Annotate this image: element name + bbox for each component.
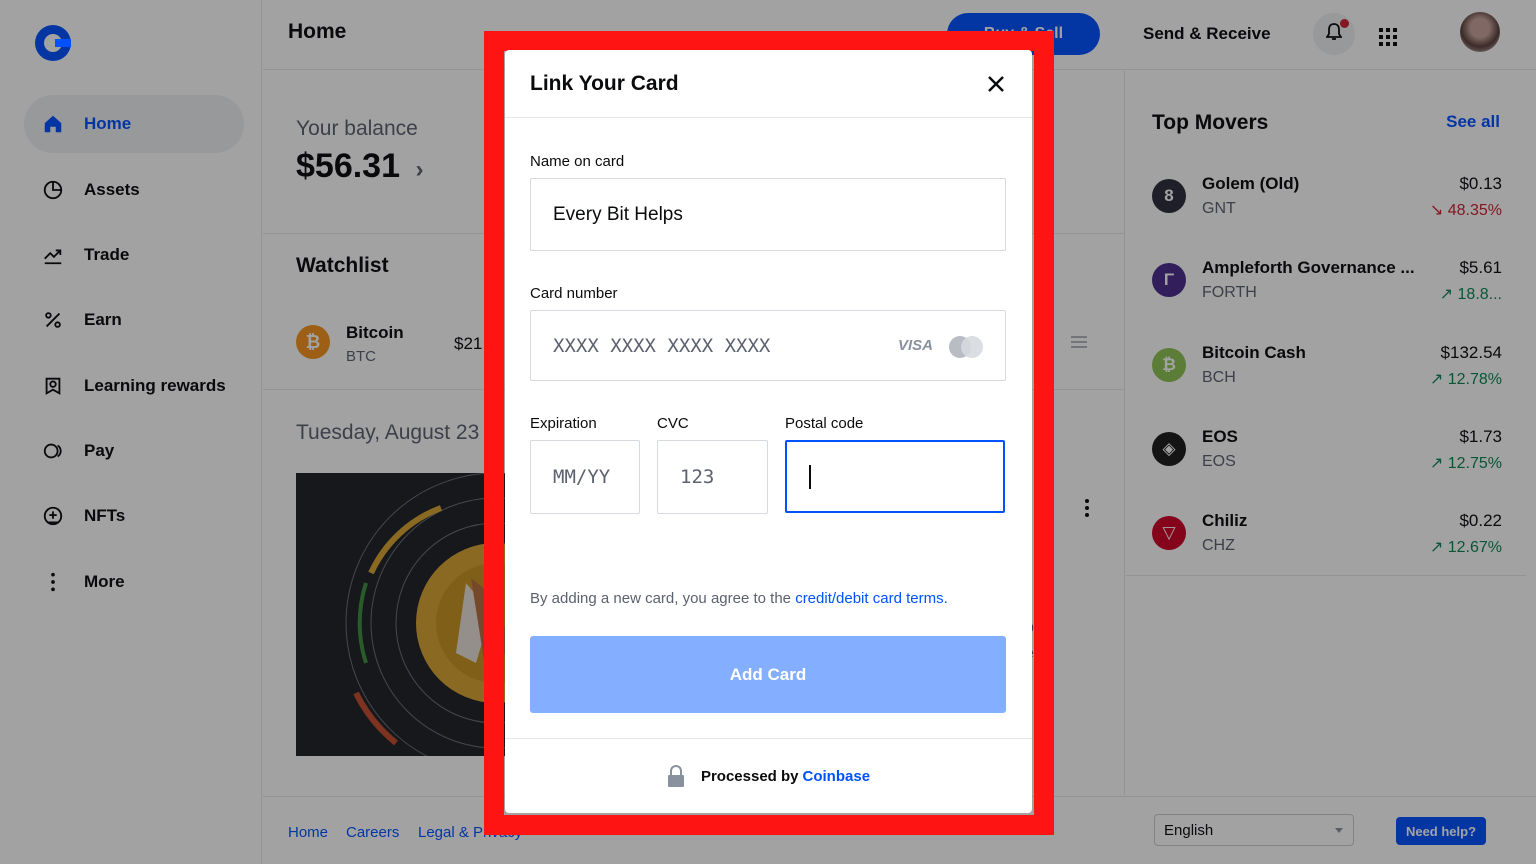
expiration-label: Expiration bbox=[530, 415, 597, 432]
card-terms-link[interactable]: credit/debit card terms. bbox=[795, 590, 948, 607]
expiration-placeholder: MM/YY bbox=[553, 466, 611, 488]
mastercard-icon bbox=[949, 336, 983, 358]
expiration-input[interactable]: MM/YY bbox=[530, 440, 640, 514]
add-card-button[interactable]: Add Card bbox=[530, 636, 1006, 713]
close-icon bbox=[988, 76, 1004, 92]
processed-by-label: Processed by bbox=[700, 767, 799, 785]
card-number-placeholder: XXXX XXXX XXXX XXXX bbox=[553, 334, 771, 357]
text-cursor bbox=[809, 464, 811, 489]
name-on-card-value: Every Bit Helps bbox=[553, 203, 683, 225]
cvc-placeholder: 123 bbox=[680, 466, 715, 488]
modal-title: Link Your Card bbox=[530, 72, 679, 95]
modal-footer: Processed by Coinbase bbox=[505, 738, 1032, 813]
link-card-modal: Link Your Card Name on card Every Bit He… bbox=[505, 50, 1032, 813]
postal-code-input[interactable] bbox=[785, 440, 1005, 513]
cvc-input[interactable]: 123 bbox=[657, 440, 768, 514]
card-number-input[interactable]: XXXX XXXX XXXX XXXX VISA bbox=[530, 310, 1006, 381]
card-terms-text: By adding a new card, you agree to the c… bbox=[530, 590, 948, 607]
name-on-card-label: Name on card bbox=[530, 153, 625, 170]
modal-header: Link Your Card bbox=[505, 50, 1032, 118]
lock-icon bbox=[667, 765, 684, 787]
close-button[interactable] bbox=[982, 70, 1010, 98]
postal-code-label: Postal code bbox=[785, 415, 864, 432]
cvc-label: CVC bbox=[657, 415, 689, 432]
card-number-label: Card number bbox=[530, 285, 618, 302]
visa-icon: VISA bbox=[897, 337, 933, 354]
processor-link[interactable]: Coinbase bbox=[803, 768, 871, 785]
terms-prefix: By adding a new card, you agree to the bbox=[530, 590, 796, 607]
name-on-card-input[interactable]: Every Bit Helps bbox=[530, 178, 1006, 251]
